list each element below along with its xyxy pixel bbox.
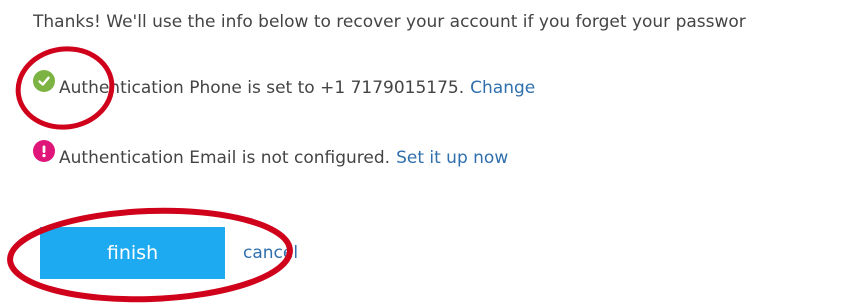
exclamation-circle-icon — [33, 140, 55, 162]
phone-status-row: Authentication Phone is set to +1 717901… — [33, 70, 535, 98]
intro-text: Thanks! We'll use the info below to reco… — [33, 12, 746, 32]
finish-button[interactable]: finish — [40, 227, 225, 279]
check-circle-icon — [33, 70, 55, 92]
email-status-row: Authentication Email is not configured. … — [33, 140, 508, 168]
setup-email-link[interactable]: Set it up now — [396, 148, 508, 168]
change-phone-link[interactable]: Change — [470, 78, 535, 98]
cancel-link[interactable]: cancel — [243, 243, 298, 263]
email-status-text: Authentication Email is not configured. — [59, 148, 391, 168]
phone-status-text: Authentication Phone is set to +1 717901… — [59, 78, 465, 98]
